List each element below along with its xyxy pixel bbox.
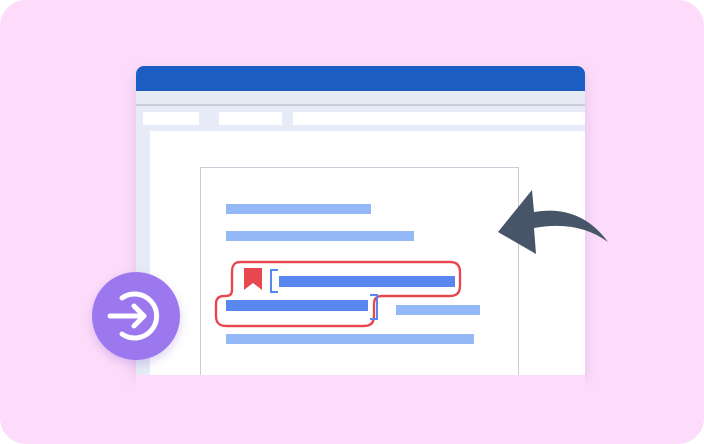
window-toolbar <box>136 106 585 131</box>
text-line <box>226 204 371 214</box>
selected-text-line <box>226 300 368 311</box>
window-title-bar <box>136 66 585 91</box>
curved-back-arrow-icon <box>494 180 614 260</box>
text-line <box>226 334 474 344</box>
bookmark-icon <box>244 268 262 290</box>
text-line <box>396 305 480 315</box>
enter-circle-arrow-icon <box>92 272 180 360</box>
toolbar-segment <box>143 112 199 125</box>
selection-start-bracket <box>270 269 278 293</box>
selection-end-bracket <box>370 294 378 320</box>
illustration-background <box>0 0 704 444</box>
text-line <box>226 231 414 241</box>
toolbar-segment <box>219 112 282 125</box>
toolbar-segment <box>293 112 585 125</box>
window-menu-bar <box>136 91 585 106</box>
selected-text-line <box>279 276 455 287</box>
window-bottom-mask <box>136 375 585 444</box>
